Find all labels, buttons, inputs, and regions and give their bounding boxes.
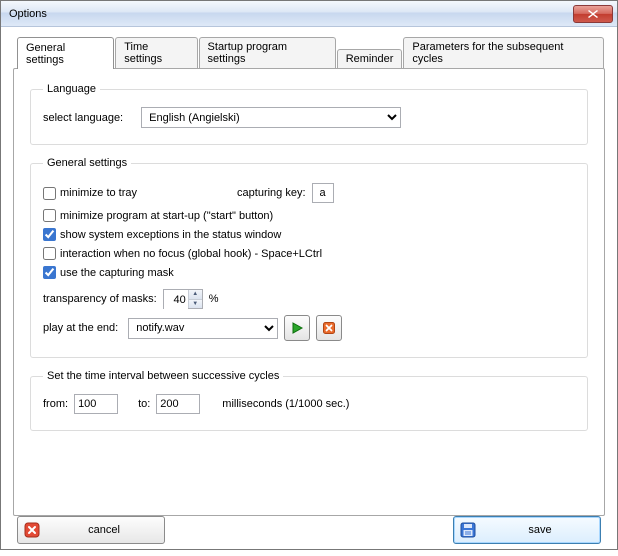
tab-bar: General settings Time settings Startup p… <box>17 37 605 68</box>
language-legend: Language <box>43 83 100 95</box>
interval-legend: Set the time interval between successive… <box>43 370 283 382</box>
select-language-label: select language: <box>43 112 123 124</box>
interval-from-input[interactable] <box>74 394 118 414</box>
minimize-at-startup-checkbox[interactable] <box>43 209 56 222</box>
language-group: Language select language: English (Angie… <box>30 83 588 145</box>
show-system-exceptions-checkbox[interactable] <box>43 228 56 241</box>
play-at-end-dropdown[interactable]: notify.wav <box>128 318 278 339</box>
interaction-global-hook-label: interaction when no focus (global hook) … <box>60 248 322 260</box>
tab-time-settings[interactable]: Time settings <box>115 37 197 68</box>
spinner-up-icon[interactable]: ▲ <box>189 290 202 300</box>
transparency-label: transparency of masks: <box>43 293 157 305</box>
close-icon <box>588 10 598 18</box>
minimize-to-tray-checkbox[interactable] <box>43 187 56 200</box>
tab-parameters-subsequent-cycles[interactable]: Parameters for the subsequent cycles <box>403 37 604 68</box>
interaction-global-hook-checkbox[interactable] <box>43 247 56 260</box>
general-settings-legend: General settings <box>43 157 131 169</box>
transparency-input[interactable] <box>164 290 188 310</box>
titlebar: Options <box>1 1 617 27</box>
save-label: save <box>486 524 594 536</box>
save-button[interactable]: save <box>453 516 601 544</box>
transparency-spinner[interactable]: ▲ ▼ <box>163 289 203 309</box>
play-sound-button[interactable] <box>284 315 310 341</box>
cancel-icon <box>24 522 40 538</box>
play-at-end-label: play at the end: <box>43 322 118 334</box>
general-settings-group: General settings minimize to tray captur… <box>30 157 588 358</box>
capturing-key-label: capturing key: <box>237 187 305 199</box>
use-capturing-mask-checkbox[interactable] <box>43 266 56 279</box>
interval-to-input[interactable] <box>156 394 200 414</box>
use-capturing-mask-label: use the capturing mask <box>60 267 174 279</box>
tab-panel-general: Language select language: English (Angie… <box>13 68 605 516</box>
tab-startup-program-settings[interactable]: Startup program settings <box>199 37 336 68</box>
save-icon <box>460 522 476 538</box>
cancel-label: cancel <box>50 524 158 536</box>
minimize-at-startup-label: minimize program at start-up ("start" bu… <box>60 210 273 222</box>
interval-to-label: to: <box>138 398 150 410</box>
transparency-unit: % <box>209 293 219 305</box>
interval-unit-label: milliseconds (1/1000 sec.) <box>222 398 349 410</box>
capturing-key-input[interactable] <box>312 183 334 203</box>
show-system-exceptions-label: show system exceptions in the status win… <box>60 229 281 241</box>
window-close-button[interactable] <box>573 5 613 23</box>
interval-from-label: from: <box>43 398 68 410</box>
window-title: Options <box>9 8 573 20</box>
select-language-dropdown[interactable]: English (Angielski) <box>141 107 401 128</box>
tab-reminder[interactable]: Reminder <box>337 49 403 68</box>
minimize-to-tray-label: minimize to tray <box>60 187 137 199</box>
clear-sound-button[interactable] <box>316 315 342 341</box>
interval-group: Set the time interval between successive… <box>30 370 588 431</box>
delete-icon <box>322 321 336 335</box>
cancel-button[interactable]: cancel <box>17 516 165 544</box>
spinner-down-icon[interactable]: ▼ <box>189 300 202 309</box>
play-icon <box>290 321 304 335</box>
tab-general-settings[interactable]: General settings <box>17 37 114 69</box>
